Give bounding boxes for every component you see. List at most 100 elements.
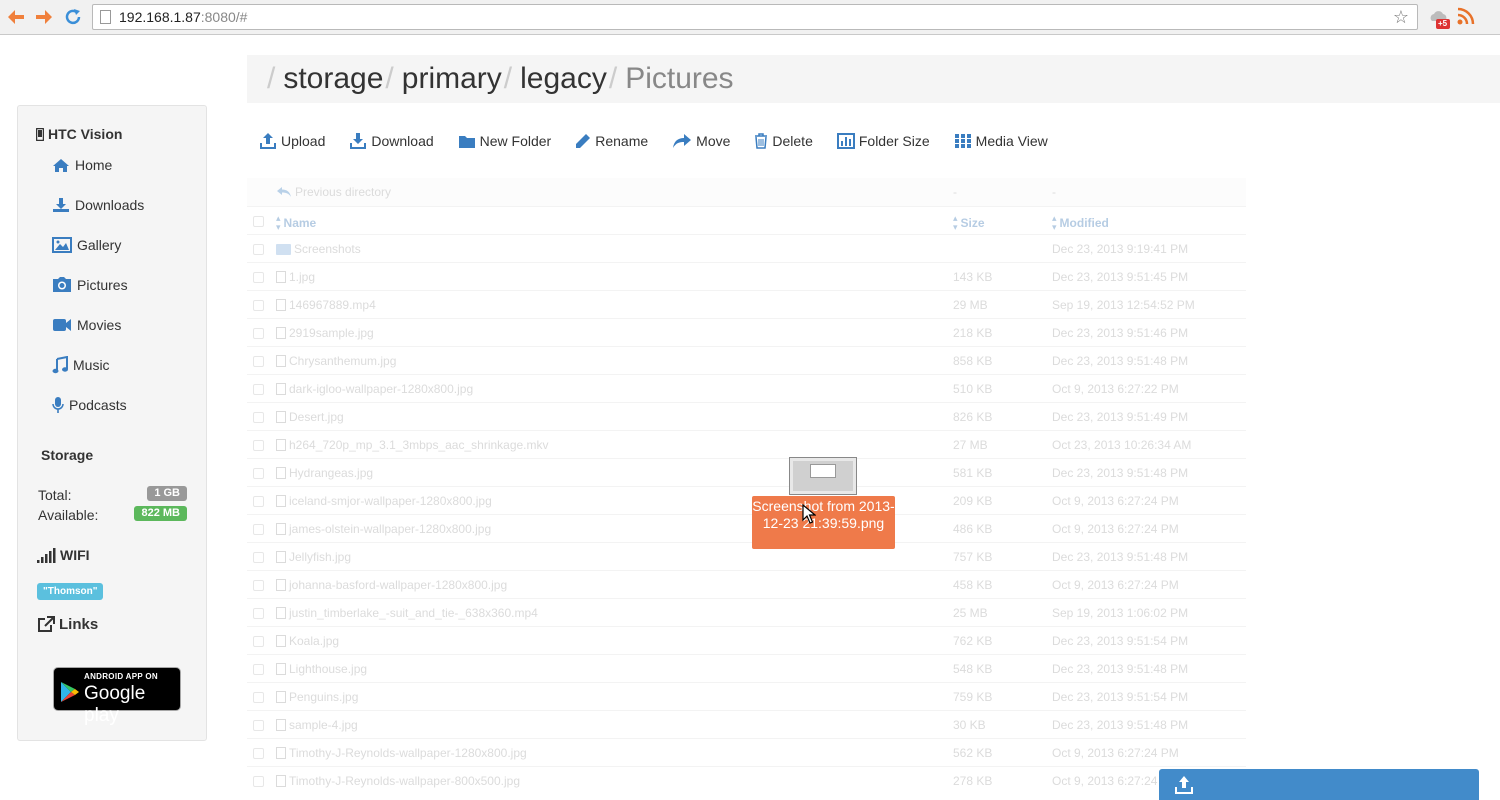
share-arrow-icon [673, 134, 692, 148]
sidebar-item-music[interactable]: Music [52, 354, 110, 376]
file-name-cell[interactable]: Timothy-J-Reynolds-wallpaper-1280x800.jp… [276, 746, 527, 760]
sidebar-item-podcasts[interactable]: Podcasts [52, 394, 127, 416]
table-row[interactable]: sample-4.jpg 30 KB Dec 23, 2013 9:51:48 PM [247, 710, 1246, 738]
file-name-cell[interactable]: dark-igloo-wallpaper-1280x800.jpg [276, 382, 473, 396]
move-button[interactable]: Move [672, 130, 730, 152]
table-row[interactable]: johanna-basford-wallpaper-1280x800.jpg 45… [247, 570, 1246, 598]
row-checkbox[interactable] [253, 384, 264, 395]
table-row[interactable]: Screenshots Dec 23, 2013 9:19:41 PM [247, 234, 1246, 262]
row-checkbox[interactable] [253, 552, 264, 563]
upload-button[interactable]: Upload [259, 130, 325, 152]
file-name-cell[interactable]: Desert.jpg [276, 410, 344, 424]
file-name-cell[interactable]: Koala.jpg [276, 634, 339, 648]
new-folder-button[interactable]: New Folder [458, 130, 551, 152]
modified-column-header[interactable]: ▴ ▾ Modified [1052, 214, 1109, 232]
file-name-cell[interactable]: h264_720p_mp_3.1_3mbps_aac_shrinkage.mkv [276, 438, 549, 452]
file-modified: Dec 23, 2013 9:51:48 PM [1052, 466, 1189, 480]
sidebar-item-home[interactable]: Home [52, 154, 112, 176]
table-row[interactable]: Chrysanthemum.jpg 858 KB Dec 23, 2013 9:51… [247, 346, 1246, 374]
folder-size-button[interactable]: Folder Size [836, 130, 930, 152]
rss-icon[interactable] [1456, 6, 1480, 30]
table-row[interactable]: 146967889.mp4 29 MB Sep 19, 2013 12:54:52 … [247, 290, 1246, 318]
file-size: 858 KB [953, 354, 993, 368]
bookmark-star-icon[interactable]: ☆ [1393, 7, 1409, 27]
file-name-cell[interactable]: Timothy-J-Reynolds-wallpaper-800x500.jpg [276, 774, 520, 788]
table-row[interactable]: Penguins.jpg 759 KB Dec 23, 2013 9:51:54 P… [247, 682, 1246, 710]
table-row[interactable]: Lighthouse.jpg 548 KB Dec 23, 2013 9:51:48… [247, 654, 1246, 682]
google-play-badge[interactable]: ANDROID APP ON Google play [53, 667, 181, 726]
row-checkbox[interactable] [253, 412, 264, 423]
row-checkbox[interactable] [253, 692, 264, 703]
file-name-cell[interactable]: 2919sample.jpg [276, 326, 374, 340]
row-checkbox[interactable] [253, 776, 264, 787]
table-row[interactable]: h264_720p_mp_3.1_3mbps_aac_shrinkage.mkv… [247, 430, 1246, 458]
rename-button[interactable]: Rename [575, 130, 648, 152]
file-name-cell[interactable]: james-olstein-wallpaper-1280x800.jpg [276, 522, 491, 536]
name-column-header[interactable]: ▴ ▾ Name [276, 214, 316, 232]
file-name-cell[interactable]: Jellyfish.jpg [276, 550, 351, 564]
file-name-cell[interactable]: sample-4.jpg [276, 718, 358, 732]
breadcrumb-storage[interactable]: storage [283, 62, 383, 95]
delete-button[interactable]: Delete [754, 130, 813, 152]
row-checkbox[interactable] [253, 580, 264, 591]
table-row[interactable]: Jellyfish.jpg 757 KB Dec 23, 2013 9:51:48 … [247, 542, 1246, 570]
row-checkbox[interactable] [253, 468, 264, 479]
row-checkbox[interactable] [253, 244, 264, 255]
file-name-cell[interactable]: 146967889.mp4 [276, 298, 376, 312]
sidebar-item-pictures[interactable]: Pictures [52, 274, 128, 296]
table-row[interactable]: 2919sample.jpg 218 KB Dec 23, 2013 9:51:46… [247, 318, 1246, 346]
row-checkbox[interactable] [253, 608, 264, 619]
row-checkbox[interactable] [253, 720, 264, 731]
row-checkbox[interactable] [253, 496, 264, 507]
forward-arrow-icon[interactable] [33, 6, 55, 28]
row-checkbox[interactable] [253, 664, 264, 675]
address-bar[interactable]: 192.168.1.87:8080/# ☆ [92, 4, 1418, 30]
row-checkbox[interactable] [253, 440, 264, 451]
row-checkbox[interactable] [253, 328, 264, 339]
previous-directory-row[interactable]: Previous directory - - [247, 178, 1246, 206]
file-name-cell[interactable]: iceland-smjor-wallpaper-1280x800.jpg [276, 494, 492, 508]
sidebar-item-label: Movies [77, 317, 122, 333]
table-row[interactable]: dark-igloo-wallpaper-1280x800.jpg 510 KB O… [247, 374, 1246, 402]
table-row[interactable]: Koala.jpg 762 KB Dec 23, 2013 9:51:54 PM [247, 626, 1246, 654]
table-row[interactable]: justin_timberlake_-suit_and_tie-_638x360… [247, 598, 1246, 626]
file-name-cell[interactable]: Chrysanthemum.jpg [276, 354, 396, 368]
row-checkbox[interactable] [253, 748, 264, 759]
file-name-cell[interactable]: Hydrangeas.jpg [276, 466, 373, 480]
cloud-extension-icon[interactable]: +5 [1427, 6, 1451, 30]
breadcrumb-legacy[interactable]: legacy [520, 62, 607, 95]
file-name-cell[interactable]: Penguins.jpg [276, 690, 358, 704]
download-button[interactable]: Download [349, 130, 434, 152]
table-row[interactable]: james-olstein-wallpaper-1280x800.jpg 486 … [247, 514, 1246, 542]
file-name-cell[interactable]: 1.jpg [276, 270, 315, 284]
table-row[interactable]: Timothy-J-Reynolds-wallpaper-1280x800.jp… [247, 738, 1246, 766]
table-row[interactable]: Desert.jpg 826 KB Dec 23, 2013 9:51:49 PM [247, 402, 1246, 430]
media-view-button[interactable]: Media View [954, 130, 1048, 152]
file-name-cell[interactable]: Lighthouse.jpg [276, 662, 367, 676]
table-row[interactable]: 1.jpg 143 KB Dec 23, 2013 9:51:45 PM [247, 262, 1246, 290]
file-name-cell[interactable]: johanna-basford-wallpaper-1280x800.jpg [276, 578, 507, 592]
size-column-header[interactable]: ▴ ▾ Size [953, 214, 985, 232]
file-name-cell[interactable]: justin_timberlake_-suit_and_tie-_638x360… [276, 606, 538, 620]
table-row[interactable]: Hydrangeas.jpg 581 KB Dec 23, 2013 9:51:48… [247, 458, 1246, 486]
file-name-cell[interactable]: Screenshots [276, 242, 361, 256]
table-row[interactable]: Timothy-J-Reynolds-wallpaper-800x500.jpg… [247, 766, 1246, 794]
wifi-ssid-badge: "Thomson" [37, 583, 104, 600]
reload-icon[interactable] [62, 6, 84, 28]
row-checkbox[interactable] [253, 300, 264, 311]
sidebar-item-movies[interactable]: Movies [52, 314, 121, 336]
back-arrow-icon[interactable] [5, 6, 27, 28]
row-checkbox[interactable] [253, 524, 264, 535]
file-size: 458 KB [953, 578, 993, 592]
sidebar-item-gallery[interactable]: Gallery [52, 234, 121, 256]
table-row[interactable]: iceland-smjor-wallpaper-1280x800.jpg 209 … [247, 486, 1246, 514]
file-icon [276, 299, 286, 311]
breadcrumb-primary[interactable]: primary [402, 62, 502, 95]
select-all-checkbox[interactable] [253, 216, 264, 227]
file-icon [276, 439, 286, 451]
row-checkbox[interactable] [253, 636, 264, 647]
upload-progress-bar[interactable] [1159, 769, 1479, 800]
sidebar-item-downloads[interactable]: Downloads [52, 194, 144, 216]
row-checkbox[interactable] [253, 356, 264, 367]
row-checkbox[interactable] [253, 272, 264, 283]
